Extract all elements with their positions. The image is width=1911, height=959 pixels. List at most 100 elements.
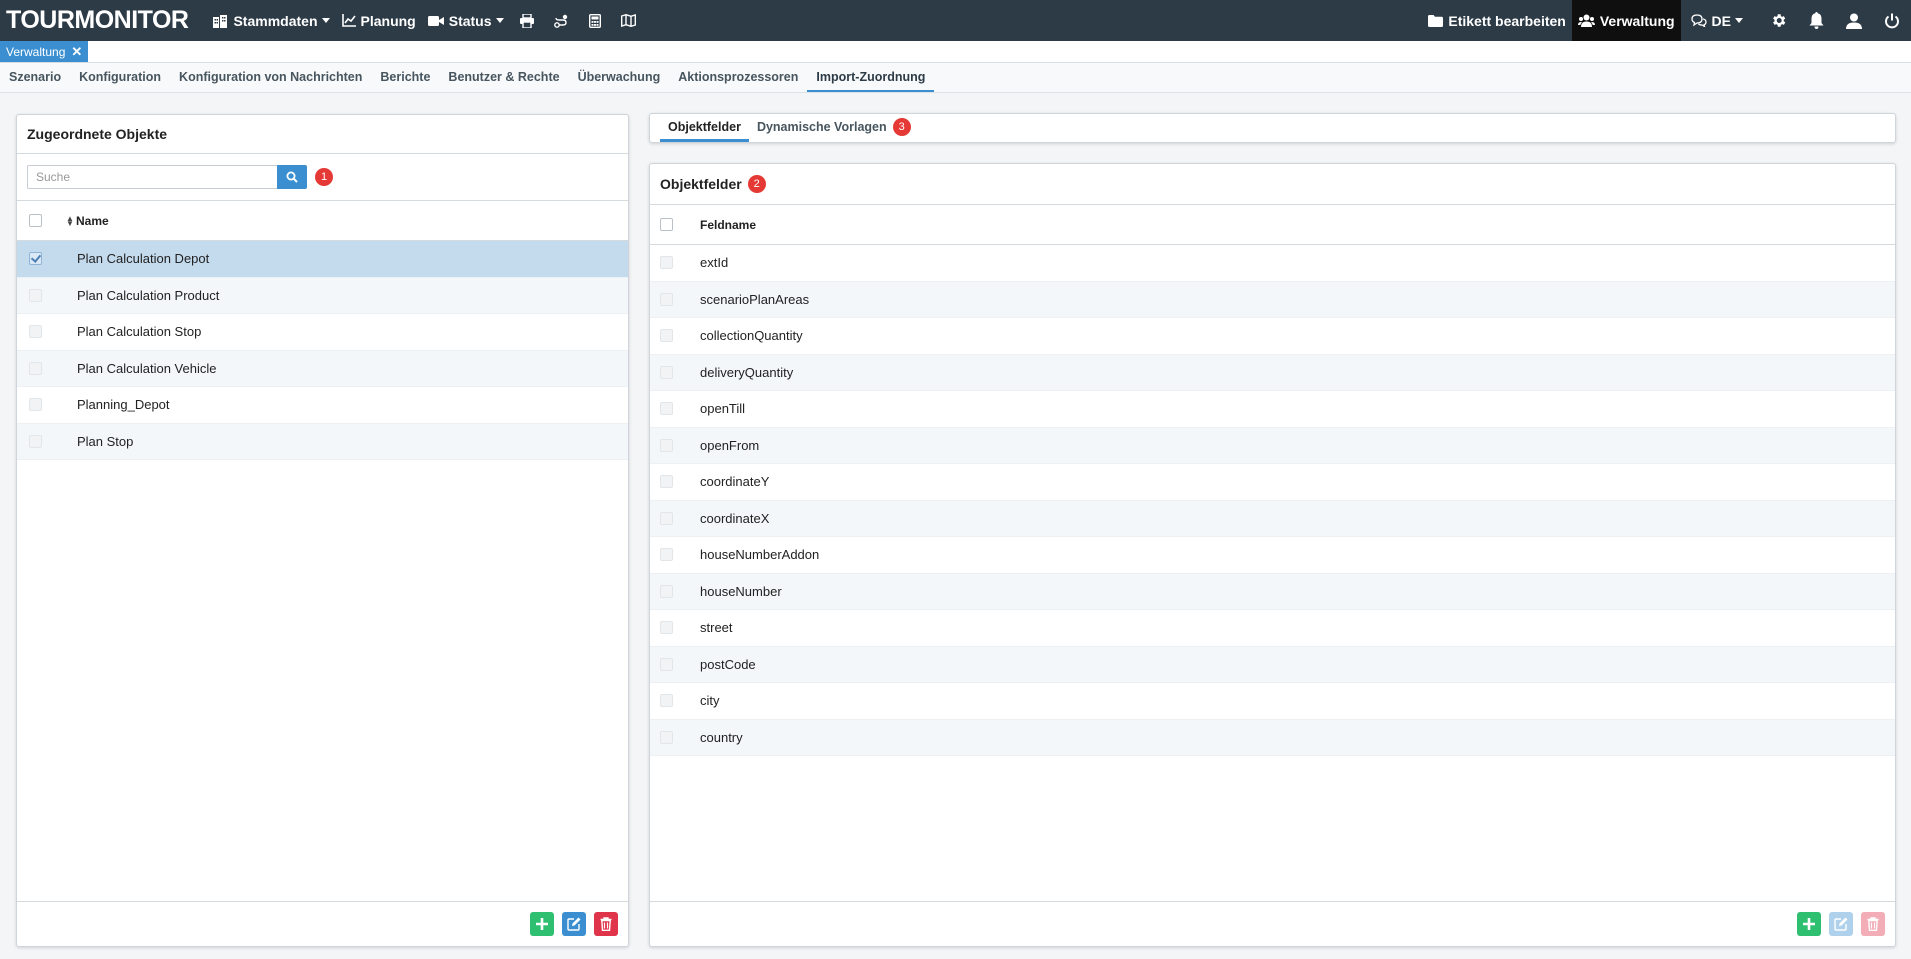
fieldname-column-label[interactable]: Feldname xyxy=(700,218,756,232)
add-button[interactable] xyxy=(530,912,554,936)
search-button[interactable] xyxy=(277,165,307,189)
row-checkbox[interactable] xyxy=(660,365,673,379)
plus-icon xyxy=(536,918,548,930)
select-all-checkbox[interactable] xyxy=(660,218,673,231)
row-checkbox[interactable] xyxy=(660,511,673,525)
tab-benutzer-rechte[interactable]: Benutzer & Rechte xyxy=(439,63,568,92)
tab-dynamische-vorlagen[interactable]: Dynamische Vorlagen 3 xyxy=(749,114,919,142)
field-name: country xyxy=(700,729,743,745)
table-row[interactable]: Plan Calculation Depot xyxy=(17,241,628,278)
user-button[interactable] xyxy=(1837,0,1871,41)
tab-aktionsprozessoren[interactable]: Aktionsprozessoren xyxy=(669,63,807,92)
table-row[interactable]: Planning_Depot xyxy=(17,387,628,424)
tab-konfiguration[interactable]: Konfiguration xyxy=(70,63,170,92)
row-name: Planning_Depot xyxy=(77,397,170,413)
row-checkbox[interactable] xyxy=(29,434,42,448)
row-checkbox[interactable] xyxy=(660,256,673,270)
tab-szenario[interactable]: Szenario xyxy=(0,63,70,92)
chevron-down-icon xyxy=(321,18,330,23)
table-row[interactable]: street xyxy=(650,610,1895,647)
logo[interactable]: TOURMONITOR xyxy=(6,6,189,35)
table-row[interactable]: postCode xyxy=(650,646,1895,683)
logout-button[interactable] xyxy=(1875,0,1909,41)
tab-konfiguration-nachrichten[interactable]: Konfiguration von Nachrichten xyxy=(170,63,371,92)
table-row[interactable]: openTill xyxy=(650,391,1895,428)
row-checkbox[interactable] xyxy=(660,402,673,416)
verwaltung-button[interactable]: Verwaltung xyxy=(1571,0,1681,41)
row-checkbox[interactable] xyxy=(660,548,673,562)
folder-icon xyxy=(1428,14,1444,27)
nav-stammdaten[interactable]: Stammdaten xyxy=(206,0,335,41)
row-checkbox[interactable] xyxy=(29,325,42,339)
language-label: DE xyxy=(1711,12,1731,29)
verwaltung-label: Verwaltung xyxy=(1599,12,1675,29)
close-icon[interactable]: ✕ xyxy=(71,44,82,60)
trash-icon xyxy=(600,917,612,931)
search-input[interactable] xyxy=(27,165,277,189)
print-button[interactable] xyxy=(510,0,544,41)
row-checkbox[interactable] xyxy=(660,475,673,489)
notifications-button[interactable] xyxy=(1799,0,1833,41)
table-row[interactable]: coordinateX xyxy=(650,500,1895,537)
edit-label-button[interactable]: Etikett bearbeiten xyxy=(1422,0,1571,41)
row-checkbox[interactable] xyxy=(29,252,42,266)
select-all-checkbox[interactable] xyxy=(29,214,42,227)
assigned-objects-title: Zugeordnete Objekte xyxy=(27,126,168,142)
row-checkbox[interactable] xyxy=(660,438,673,452)
table-row[interactable]: extId xyxy=(650,245,1895,282)
trash-icon xyxy=(1867,917,1879,931)
delete-button[interactable] xyxy=(594,912,618,936)
nav-planung[interactable]: Planung xyxy=(336,0,422,41)
open-tab-verwaltung[interactable]: Verwaltung ✕ xyxy=(0,41,89,62)
object-fields-title: Objektfelder xyxy=(660,176,742,192)
language-dropdown[interactable]: DE xyxy=(1685,0,1749,41)
table-row[interactable]: scenarioPlanAreas xyxy=(650,281,1895,318)
table-row[interactable]: openFrom xyxy=(650,427,1895,464)
name-column-header[interactable]: ▲ ▼ Name xyxy=(66,214,109,228)
row-checkbox[interactable] xyxy=(660,730,673,744)
add-button[interactable] xyxy=(1797,912,1821,936)
map-button[interactable] xyxy=(612,0,646,41)
map-icon xyxy=(621,14,637,27)
field-name: coordinateY xyxy=(700,474,770,490)
row-checkbox[interactable] xyxy=(660,694,673,708)
row-checkbox[interactable] xyxy=(29,361,42,375)
chevron-down-icon xyxy=(1735,18,1743,23)
row-checkbox[interactable] xyxy=(660,657,673,671)
row-checkbox[interactable] xyxy=(29,398,42,412)
tab-ueberwachung[interactable]: Überwachung xyxy=(569,63,670,92)
row-checkbox[interactable] xyxy=(660,329,673,343)
row-checkbox[interactable] xyxy=(660,292,673,306)
table-row[interactable]: city xyxy=(650,683,1895,720)
field-name: coordinateX xyxy=(700,510,770,526)
tab-berichte[interactable]: Berichte xyxy=(371,63,439,92)
table-row[interactable]: Plan Calculation Vehicle xyxy=(17,350,628,387)
route-button[interactable] xyxy=(544,0,578,41)
tab-import-zuordnung[interactable]: Import-Zuordnung xyxy=(807,63,935,92)
edit-button[interactable] xyxy=(562,912,586,936)
table-row[interactable]: Plan Stop xyxy=(17,423,628,460)
name-column-label: Name xyxy=(76,213,109,228)
table-row[interactable]: country xyxy=(650,719,1895,756)
table-row[interactable]: collectionQuantity xyxy=(650,318,1895,355)
row-name: Plan Calculation Stop xyxy=(77,324,202,340)
settings-button[interactable] xyxy=(1761,0,1795,41)
calculator-button[interactable] xyxy=(578,0,612,41)
calculator-icon xyxy=(588,13,601,28)
delete-button[interactable] xyxy=(1861,912,1885,936)
nav-planung-label: Planung xyxy=(360,12,416,29)
tab-objektfelder[interactable]: Objektfelder xyxy=(660,114,749,142)
table-row[interactable]: Plan Calculation Product xyxy=(17,277,628,314)
nav-status[interactable]: Status xyxy=(422,0,510,41)
table-row[interactable]: houseNumberAddon xyxy=(650,537,1895,574)
nav-status-label: Status xyxy=(448,12,492,29)
assigned-objects-list: Plan Calculation Depot Plan Calculation … xyxy=(17,241,628,460)
table-row[interactable]: houseNumber xyxy=(650,573,1895,610)
edit-button[interactable] xyxy=(1829,912,1853,936)
row-checkbox[interactable] xyxy=(660,621,673,635)
row-checkbox[interactable] xyxy=(660,584,673,598)
table-row[interactable]: deliveryQuantity xyxy=(650,354,1895,391)
table-row[interactable]: Plan Calculation Stop xyxy=(17,314,628,351)
row-checkbox[interactable] xyxy=(29,288,42,302)
table-row[interactable]: coordinateY xyxy=(650,464,1895,501)
